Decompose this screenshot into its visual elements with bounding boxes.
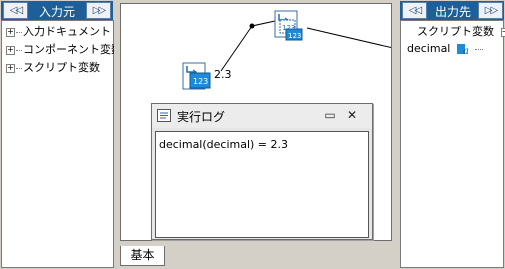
- tree-item-input-document[interactable]: + 入力ドキュメント: [6, 24, 111, 40]
- input-panel: ◁◁ 入力元 ▷▷ + 入力ドキュメント + コンポーネント変数 + スクリプト変数: [0, 0, 122, 269]
- input-prev-button[interactable]: ◁◁: [3, 2, 28, 19]
- tree-item-component-variables[interactable]: + コンポーネント変数: [6, 42, 122, 58]
- svg-text:123: 123: [193, 77, 208, 86]
- tree-item-script-variables[interactable]: スクリプト変数 −: [417, 24, 505, 40]
- link-junction-dot[interactable]: [249, 23, 255, 29]
- execution-log-window: 実行ログ ▭ ✕ decimal(decimal) = 2.3: [151, 103, 373, 240]
- variable-node-icon[interactable]: 123 123: [274, 10, 306, 42]
- input-panel-header: ◁◁ 入力元 ▷▷: [1, 1, 113, 20]
- tree-item-label: コンポーネント変数: [23, 43, 122, 56]
- constant-node-icon[interactable]: 123: [182, 60, 214, 92]
- output-panel: ◁◁ 出力先 ▷▷ スクリプト変数 − decimal a: [399, 0, 505, 269]
- input-panel-title: 入力元: [38, 5, 75, 19]
- output-panel-header: ◁◁ 出力先 ▷▷: [400, 1, 504, 20]
- log-document-icon: [157, 109, 171, 122]
- collapse-icon[interactable]: −: [500, 27, 505, 37]
- decimal-type-icon: a: [456, 42, 472, 57]
- tree-item-script-variables[interactable]: + スクリプト変数: [6, 60, 100, 76]
- log-title-bar[interactable]: 実行ログ ▭ ✕: [152, 104, 372, 128]
- tree-item-decimal[interactable]: decimal a: [407, 41, 484, 57]
- tab-basic[interactable]: 基本: [120, 246, 165, 266]
- tree-connector: [16, 67, 22, 69]
- svg-text:a: a: [463, 46, 469, 56]
- link-line: [220, 25, 253, 72]
- close-icon[interactable]: ✕: [346, 108, 358, 122]
- restore-icon[interactable]: ▭: [324, 108, 336, 122]
- log-line: decimal(decimal) = 2.3: [159, 138, 289, 151]
- tree-item-label: スクリプト変数: [417, 25, 494, 38]
- expand-icon[interactable]: +: [6, 45, 15, 55]
- tree-item-label: decimal: [407, 42, 451, 55]
- log-window-title: 実行ログ: [177, 110, 226, 124]
- input-next-button[interactable]: ▷▷: [86, 2, 111, 19]
- output-prev-button[interactable]: ◁◁: [402, 2, 427, 19]
- expand-icon[interactable]: +: [6, 27, 15, 37]
- expand-icon[interactable]: +: [6, 63, 15, 73]
- tree-item-label: 入力ドキュメント: [23, 25, 111, 38]
- log-output-area[interactable]: decimal(decimal) = 2.3: [155, 131, 369, 238]
- source-value-label: 2.3: [214, 68, 232, 81]
- tree-connector: [16, 49, 22, 51]
- output-panel-title: 出力先: [434, 5, 471, 19]
- input-tree: + 入力ドキュメント + コンポーネント変数 + スクリプト変数: [1, 20, 122, 268]
- link-line: [306, 27, 391, 49]
- svg-text:123: 123: [288, 32, 301, 40]
- tree-connector: [16, 31, 22, 33]
- output-next-button[interactable]: ▷▷: [478, 2, 503, 19]
- link-line: [251, 20, 276, 27]
- output-tree: スクリプト変数 − decimal a: [400, 20, 505, 268]
- tree-item-label: スクリプト変数: [23, 61, 100, 74]
- tree-connector: [475, 48, 484, 50]
